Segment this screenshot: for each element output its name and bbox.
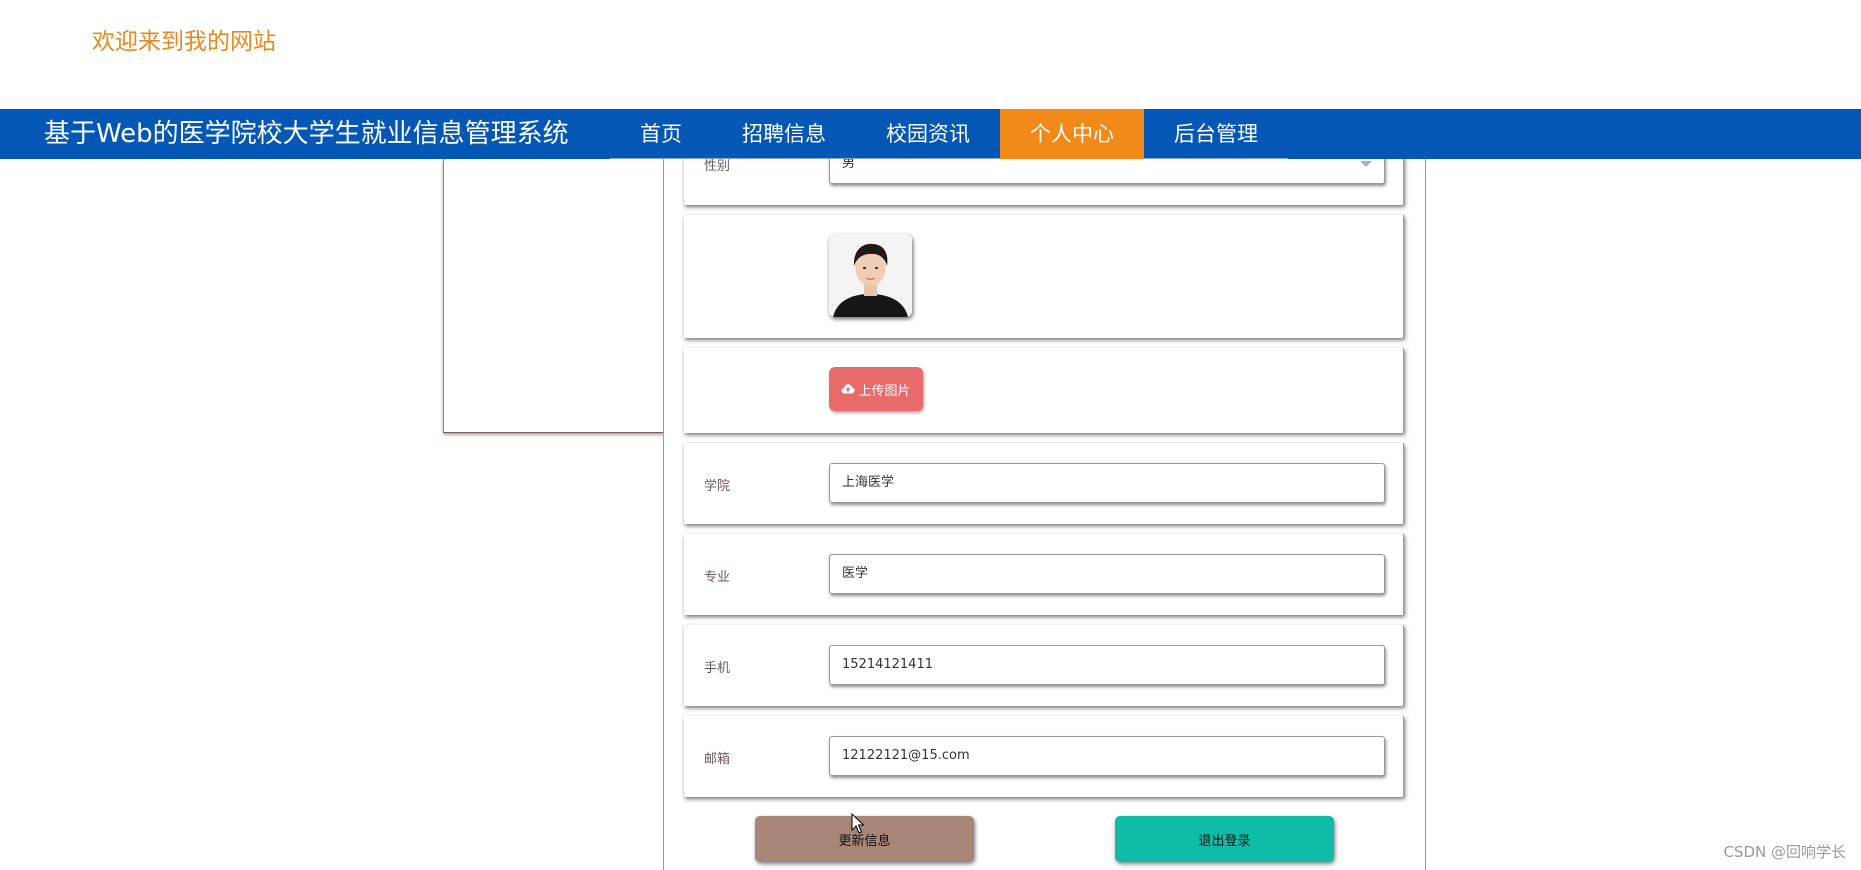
nav-item-admin[interactable]: 后台管理 bbox=[1144, 109, 1288, 159]
phone-input[interactable]: 15214121411 bbox=[829, 645, 1385, 685]
nav-item-home[interactable]: 首页 bbox=[610, 109, 712, 159]
avatar[interactable] bbox=[829, 234, 912, 317]
nav-item-jobs[interactable]: 招聘信息 bbox=[712, 109, 856, 159]
form-row-email: 邮箱 12122121@15.com bbox=[684, 716, 1404, 797]
major-input[interactable]: 医学 bbox=[829, 554, 1385, 594]
navbar: 基于Web的医学院校大学生就业信息管理系统 首页 招聘信息 校园资讯 个人中心 … bbox=[0, 109, 1861, 159]
form-row-college: 学院 上海医学 bbox=[684, 443, 1404, 524]
cloud-upload-icon bbox=[841, 384, 855, 394]
form-row-phone: 手机 15214121411 bbox=[684, 625, 1404, 706]
form-row-upload: 上传图片 bbox=[684, 348, 1404, 433]
phone-label: 手机 bbox=[704, 661, 731, 676]
college-label: 学院 bbox=[704, 479, 731, 494]
nav-item-campus-news[interactable]: 校园资讯 bbox=[856, 109, 1000, 159]
mouse-cursor-icon bbox=[851, 813, 865, 834]
nav-item-personal-center[interactable]: 个人中心 bbox=[1000, 109, 1144, 159]
email-input[interactable]: 12122121@15.com bbox=[829, 736, 1385, 776]
site-title: 基于Web的医学院校大学生就业信息管理系统 bbox=[44, 119, 569, 149]
college-input[interactable]: 上海医学 bbox=[829, 463, 1385, 503]
form-row-avatar bbox=[684, 215, 1404, 338]
side-panel bbox=[443, 159, 665, 433]
watermark: CSDN @回响学长 bbox=[1723, 843, 1846, 861]
welcome-text: 欢迎来到我的网站 bbox=[92, 29, 276, 55]
upload-button-label: 上传图片 bbox=[858, 383, 911, 399]
person-photo-icon bbox=[829, 234, 912, 317]
email-label: 邮箱 bbox=[704, 752, 731, 767]
form-row-major: 专业 医学 bbox=[684, 534, 1404, 615]
chevron-down-icon bbox=[1360, 161, 1372, 167]
nav-menu: 首页 招聘信息 校园资讯 个人中心 后台管理 bbox=[610, 109, 1288, 159]
major-label: 专业 bbox=[704, 570, 731, 585]
upload-image-button[interactable]: 上传图片 bbox=[829, 367, 923, 411]
logout-button[interactable]: 退出登录 bbox=[1115, 816, 1334, 862]
